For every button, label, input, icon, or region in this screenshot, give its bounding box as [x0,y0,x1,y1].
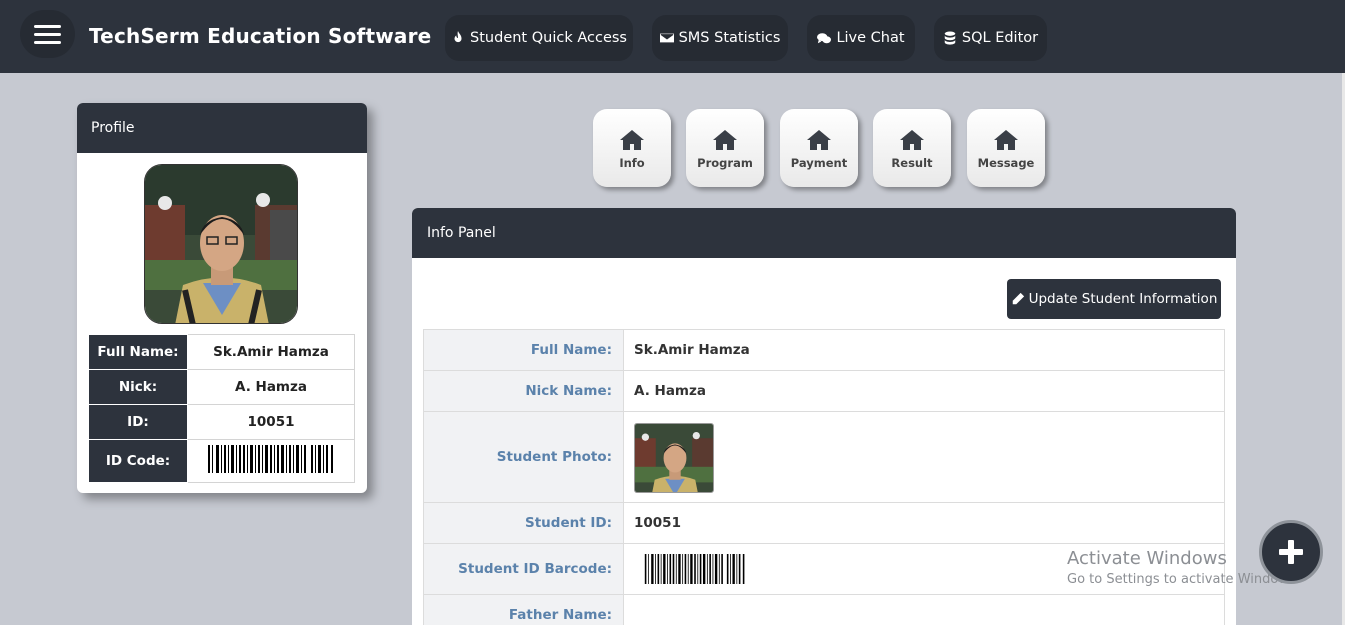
home-icon [713,130,737,150]
barcode-image [644,554,745,584]
full-name-label: Full Name: [88,334,188,370]
tab-payment[interactable]: Payment [780,109,858,187]
student-photo [634,423,714,493]
table-row: Full Name: Sk.Amir Hamza [423,329,1225,371]
app-title: TechSerm Education Software [89,24,432,48]
tab-message[interactable]: Message [967,109,1045,187]
student-photo-label: Student Photo: [423,411,624,503]
fire-icon [454,31,462,43]
info-panel-header: Info Panel [412,208,1236,258]
table-row: Student Photo: [423,411,1225,503]
home-icon [994,130,1018,150]
sms-statistics-button[interactable]: SMS Statistics [652,15,788,61]
tab-info[interactable]: Info [593,109,671,187]
database-icon [944,31,956,45]
father-name-label: Father Name: [423,594,624,625]
father-name-value [623,594,1225,625]
home-icon [900,130,924,150]
menu-icon [34,24,61,28]
full-name-value: Sk.Amir Hamza [187,334,355,370]
home-icon [807,130,831,150]
id-label: ID: [88,404,188,440]
profile-photo [144,164,298,324]
home-icon [620,130,644,150]
barcode-image [208,445,333,473]
live-chat-button[interactable]: Live Chat [807,15,915,61]
tab-result[interactable]: Result [873,109,951,187]
update-student-information-button[interactable]: Update Student Information [1007,279,1221,319]
table-row: ID: 10051 [88,404,355,440]
nick-label: Nick: [88,369,188,405]
profile-summary-table: Full Name: Sk.Amir Hamza Nick: A. Hamza … [88,334,355,483]
plus-icon [1279,540,1303,564]
watermark-subtitle: Go to Settings to activate Windows. [1067,572,1300,587]
student-id-barcode-label: Student ID Barcode: [423,543,624,595]
envelope-icon [659,33,674,43]
student-id-value: 10051 [623,502,1225,544]
full-name-label: Full Name: [423,329,624,371]
profile-card: Profile Full Name: Sk.Amir Hamza Nick: A… [77,103,367,493]
id-code-label: ID Code: [88,439,188,483]
student-photo-cell [623,411,1225,503]
chat-icon [817,33,832,44]
sql-editor-button[interactable]: SQL Editor [934,15,1047,61]
table-row: Nick Name: A. Hamza [423,370,1225,412]
table-row: Nick: A. Hamza [88,369,355,405]
table-row: ID Code: [88,439,355,483]
floating-add-button[interactable] [1259,520,1323,584]
nick-name-value: A. Hamza [623,370,1225,412]
id-value: 10051 [187,404,355,440]
table-row: Father Name: [423,594,1225,625]
nick-name-label: Nick Name: [423,370,624,412]
profile-card-header: Profile [77,103,367,153]
nick-value: A. Hamza [187,369,355,405]
hamburger-menu-button[interactable] [20,10,75,58]
full-name-value: Sk.Amir Hamza [623,329,1225,371]
table-row: Full Name: Sk.Amir Hamza [88,334,355,370]
student-quick-access-button[interactable]: Student Quick Access [445,15,633,61]
pencil-icon [1012,292,1024,305]
student-id-label: Student ID: [423,502,624,544]
id-barcode [187,439,355,483]
top-navbar: TechSerm Education Software Student Quic… [0,0,1345,73]
tab-program[interactable]: Program [686,109,764,187]
table-row: Student ID: 10051 [423,502,1225,544]
